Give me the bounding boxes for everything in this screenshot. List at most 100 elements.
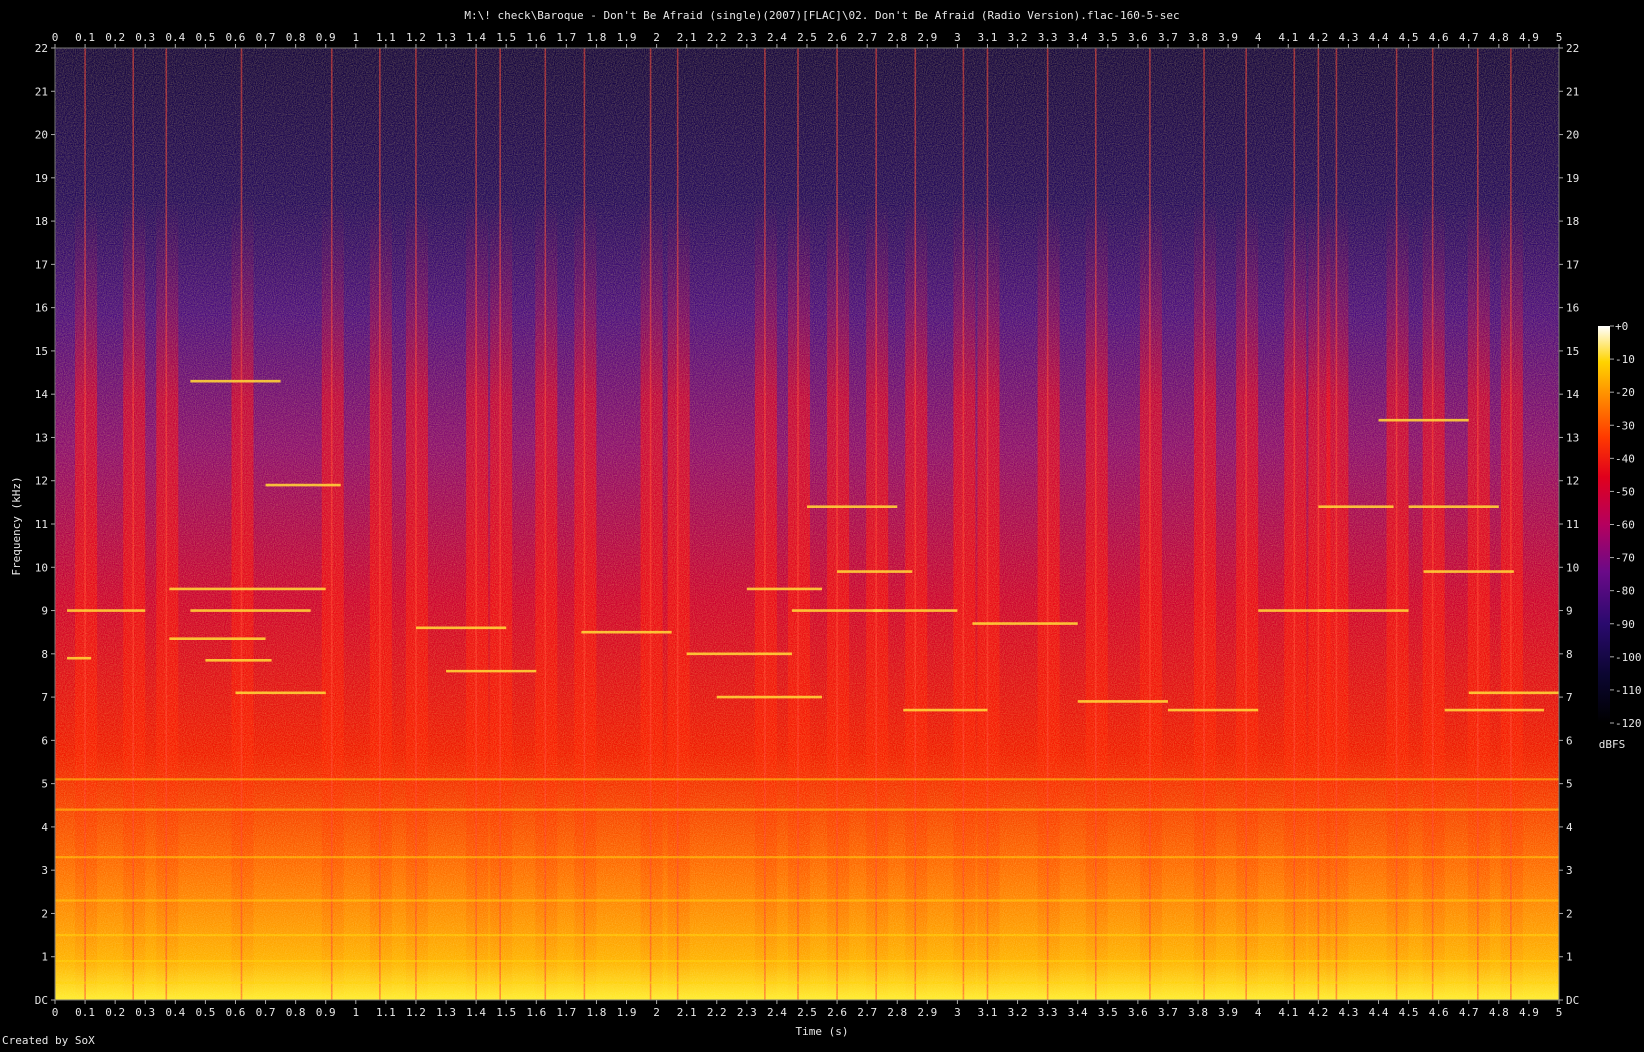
spectrogram-figure: M:\! check\Baroque - Don't Be Afraid (si… (0, 0, 1644, 1048)
y-tick-label-right: 10 (1566, 561, 1579, 574)
y-tick-label-left: 8 (41, 648, 48, 661)
x-tick-label-top: 2 (653, 31, 660, 44)
colorbar-tick-label: -90 (1615, 618, 1635, 631)
y-tick-label-left: 21 (35, 85, 48, 98)
x-tick-label-top: 0 (52, 31, 59, 44)
x-tick-label-top: 4.7 (1459, 31, 1479, 44)
y-tick-label-left: 10 (35, 561, 48, 574)
y-tick-label-left: 11 (35, 518, 48, 531)
x-tick-label-top: 0.6 (226, 31, 246, 44)
y-tick-label-right: 12 (1566, 475, 1579, 488)
y-tick-label-left: 14 (35, 388, 49, 401)
y-tick-label-left: 20 (35, 129, 48, 142)
x-tick-label-top: 2.1 (677, 31, 697, 44)
x-tick-label-top: 0.2 (105, 31, 125, 44)
footer-credit: Created by SoX (2, 1034, 95, 1047)
x-tick-label-top: 0.9 (316, 31, 336, 44)
x-tick-label-bottom: 1.7 (556, 1006, 576, 1019)
x-tick-label-top: 3.7 (1158, 31, 1178, 44)
x-tick-label-bottom: 4 (1255, 1006, 1262, 1019)
y-tick-label-right: 6 (1566, 734, 1573, 747)
y-tick-label-right: 5 (1566, 778, 1573, 791)
y-tick-label-left: 9 (41, 605, 48, 618)
colorbar-tick-label: -20 (1615, 386, 1635, 399)
y-tick-label-right: 22 (1566, 42, 1579, 55)
x-tick-label-top: 3.4 (1068, 31, 1088, 44)
y-tick-label-right: 8 (1566, 648, 1573, 661)
x-tick-label-top: 0.1 (75, 31, 95, 44)
y-tick-label-left: 5 (41, 778, 48, 791)
x-tick-label-top: 2.9 (917, 31, 937, 44)
colorbar-ticks: +0 -10 -20 -30 -40 -50 -60 -70 -80 -90 -100 -110 -12… (1610, 320, 1642, 730)
y-tick-label-right: 3 (1566, 864, 1573, 877)
x-tick-label-top: 1.2 (406, 31, 426, 44)
y-tick-label-right: 13 (1566, 431, 1579, 444)
y-tick-label-left: 4 (41, 821, 48, 834)
colorbar-tick-label: -10 (1615, 353, 1635, 366)
x-tick-label-bottom: 0.7 (256, 1006, 276, 1019)
y-tick-label-left: 18 (35, 215, 48, 228)
y-tick-label-right: 7 (1566, 691, 1573, 704)
x-tick-label-top: 3.6 (1128, 31, 1148, 44)
y-tick-label-left: 3 (41, 864, 48, 877)
x-tick-label-bottom: 0.4 (165, 1006, 185, 1019)
x-tick-label-bottom: 4.1 (1278, 1006, 1298, 1019)
x-tick-label-bottom: 1.2 (406, 1006, 426, 1019)
x-tick-label-top: 1.1 (376, 31, 396, 44)
x-tick-label-top: 3.9 (1218, 31, 1238, 44)
x-tick-label-top: 4.1 (1278, 31, 1298, 44)
spectrogram-svg: M:\! check\Baroque - Don't Be Afraid (si… (2, 9, 1642, 1047)
x-tick-label-top: 1.4 (466, 31, 486, 44)
x-tick-label-bottom: 0.5 (195, 1006, 215, 1019)
x-tick-label-bottom: 0.6 (226, 1006, 246, 1019)
x-tick-label-top: 4.4 (1369, 31, 1389, 44)
y-axis-label: Frequency (kHz) (10, 476, 23, 575)
y-tick-label-left: 15 (35, 345, 48, 358)
y-tick-label-right: 1 (1566, 951, 1573, 964)
colorbar-tick-label: -50 (1615, 485, 1635, 498)
y-tick-label-left: 19 (35, 172, 48, 185)
x-tick-label-bottom: 2.6 (827, 1006, 847, 1019)
x-tick-label-top: 2.8 (887, 31, 907, 44)
x-tick-label-bottom: 3.2 (1008, 1006, 1028, 1019)
x-tick-label-top: 4.2 (1308, 31, 1328, 44)
x-tick-label-bottom: 3.6 (1128, 1006, 1148, 1019)
x-tick-label-top: 0.8 (286, 31, 306, 44)
x-tick-label-bottom: 3.9 (1218, 1006, 1238, 1019)
x-tick-label-top: 3.5 (1098, 31, 1118, 44)
x-tick-label-top: 4.5 (1399, 31, 1419, 44)
x-tick-label-bottom: 0.9 (316, 1006, 336, 1019)
x-tick-label-bottom: 3.7 (1158, 1006, 1178, 1019)
x-tick-label-top: 0.4 (165, 31, 185, 44)
x-tick-label-bottom: 1.1 (376, 1006, 396, 1019)
x-tick-label-top: 0.5 (195, 31, 215, 44)
x-tick-label-bottom: 4.8 (1489, 1006, 1509, 1019)
chart-title: M:\! check\Baroque - Don't Be Afraid (si… (464, 9, 1179, 22)
y-tick-label-right: 11 (1566, 518, 1579, 531)
x-tick-label-top: 5 (1556, 31, 1563, 44)
y-tick-label-right: 14 (1566, 388, 1580, 401)
x-tick-label-bottom: 1 (352, 1006, 359, 1019)
x-tick-label-top: 1.7 (556, 31, 576, 44)
x-tick-label-bottom: 2 (653, 1006, 660, 1019)
x-tick-label-top: 1 (352, 31, 359, 44)
x-tick-label-bottom: 0.8 (286, 1006, 306, 1019)
x-tick-label-bottom: 1.4 (466, 1006, 486, 1019)
x-tick-label-bottom: 3.8 (1188, 1006, 1208, 1019)
y-tick-label-right: 9 (1566, 605, 1573, 618)
x-tick-label-top: 1.6 (526, 31, 546, 44)
y-tick-label-right: 19 (1566, 172, 1579, 185)
x-tick-label-top: 0.7 (256, 31, 276, 44)
y-ticks-left: DC12345678910111213141516171819202122 (35, 42, 55, 1007)
x-tick-label-bottom: 2.1 (677, 1006, 697, 1019)
x-tick-label-top: 1.9 (617, 31, 637, 44)
x-tick-label-bottom: 2.5 (797, 1006, 817, 1019)
x-tick-label-top: 3.3 (1038, 31, 1058, 44)
y-tick-label-left: 7 (41, 691, 48, 704)
noise-texture (55, 48, 1559, 1000)
y-ticks-right: DC12345678910111213141516171819202122 (1559, 42, 1580, 1007)
colorbar-tick-label: -60 (1615, 519, 1635, 532)
x-tick-label-top: 3.8 (1188, 31, 1208, 44)
y-tick-label-right: 18 (1566, 215, 1579, 228)
x-tick-label-bottom: 3 (954, 1006, 961, 1019)
